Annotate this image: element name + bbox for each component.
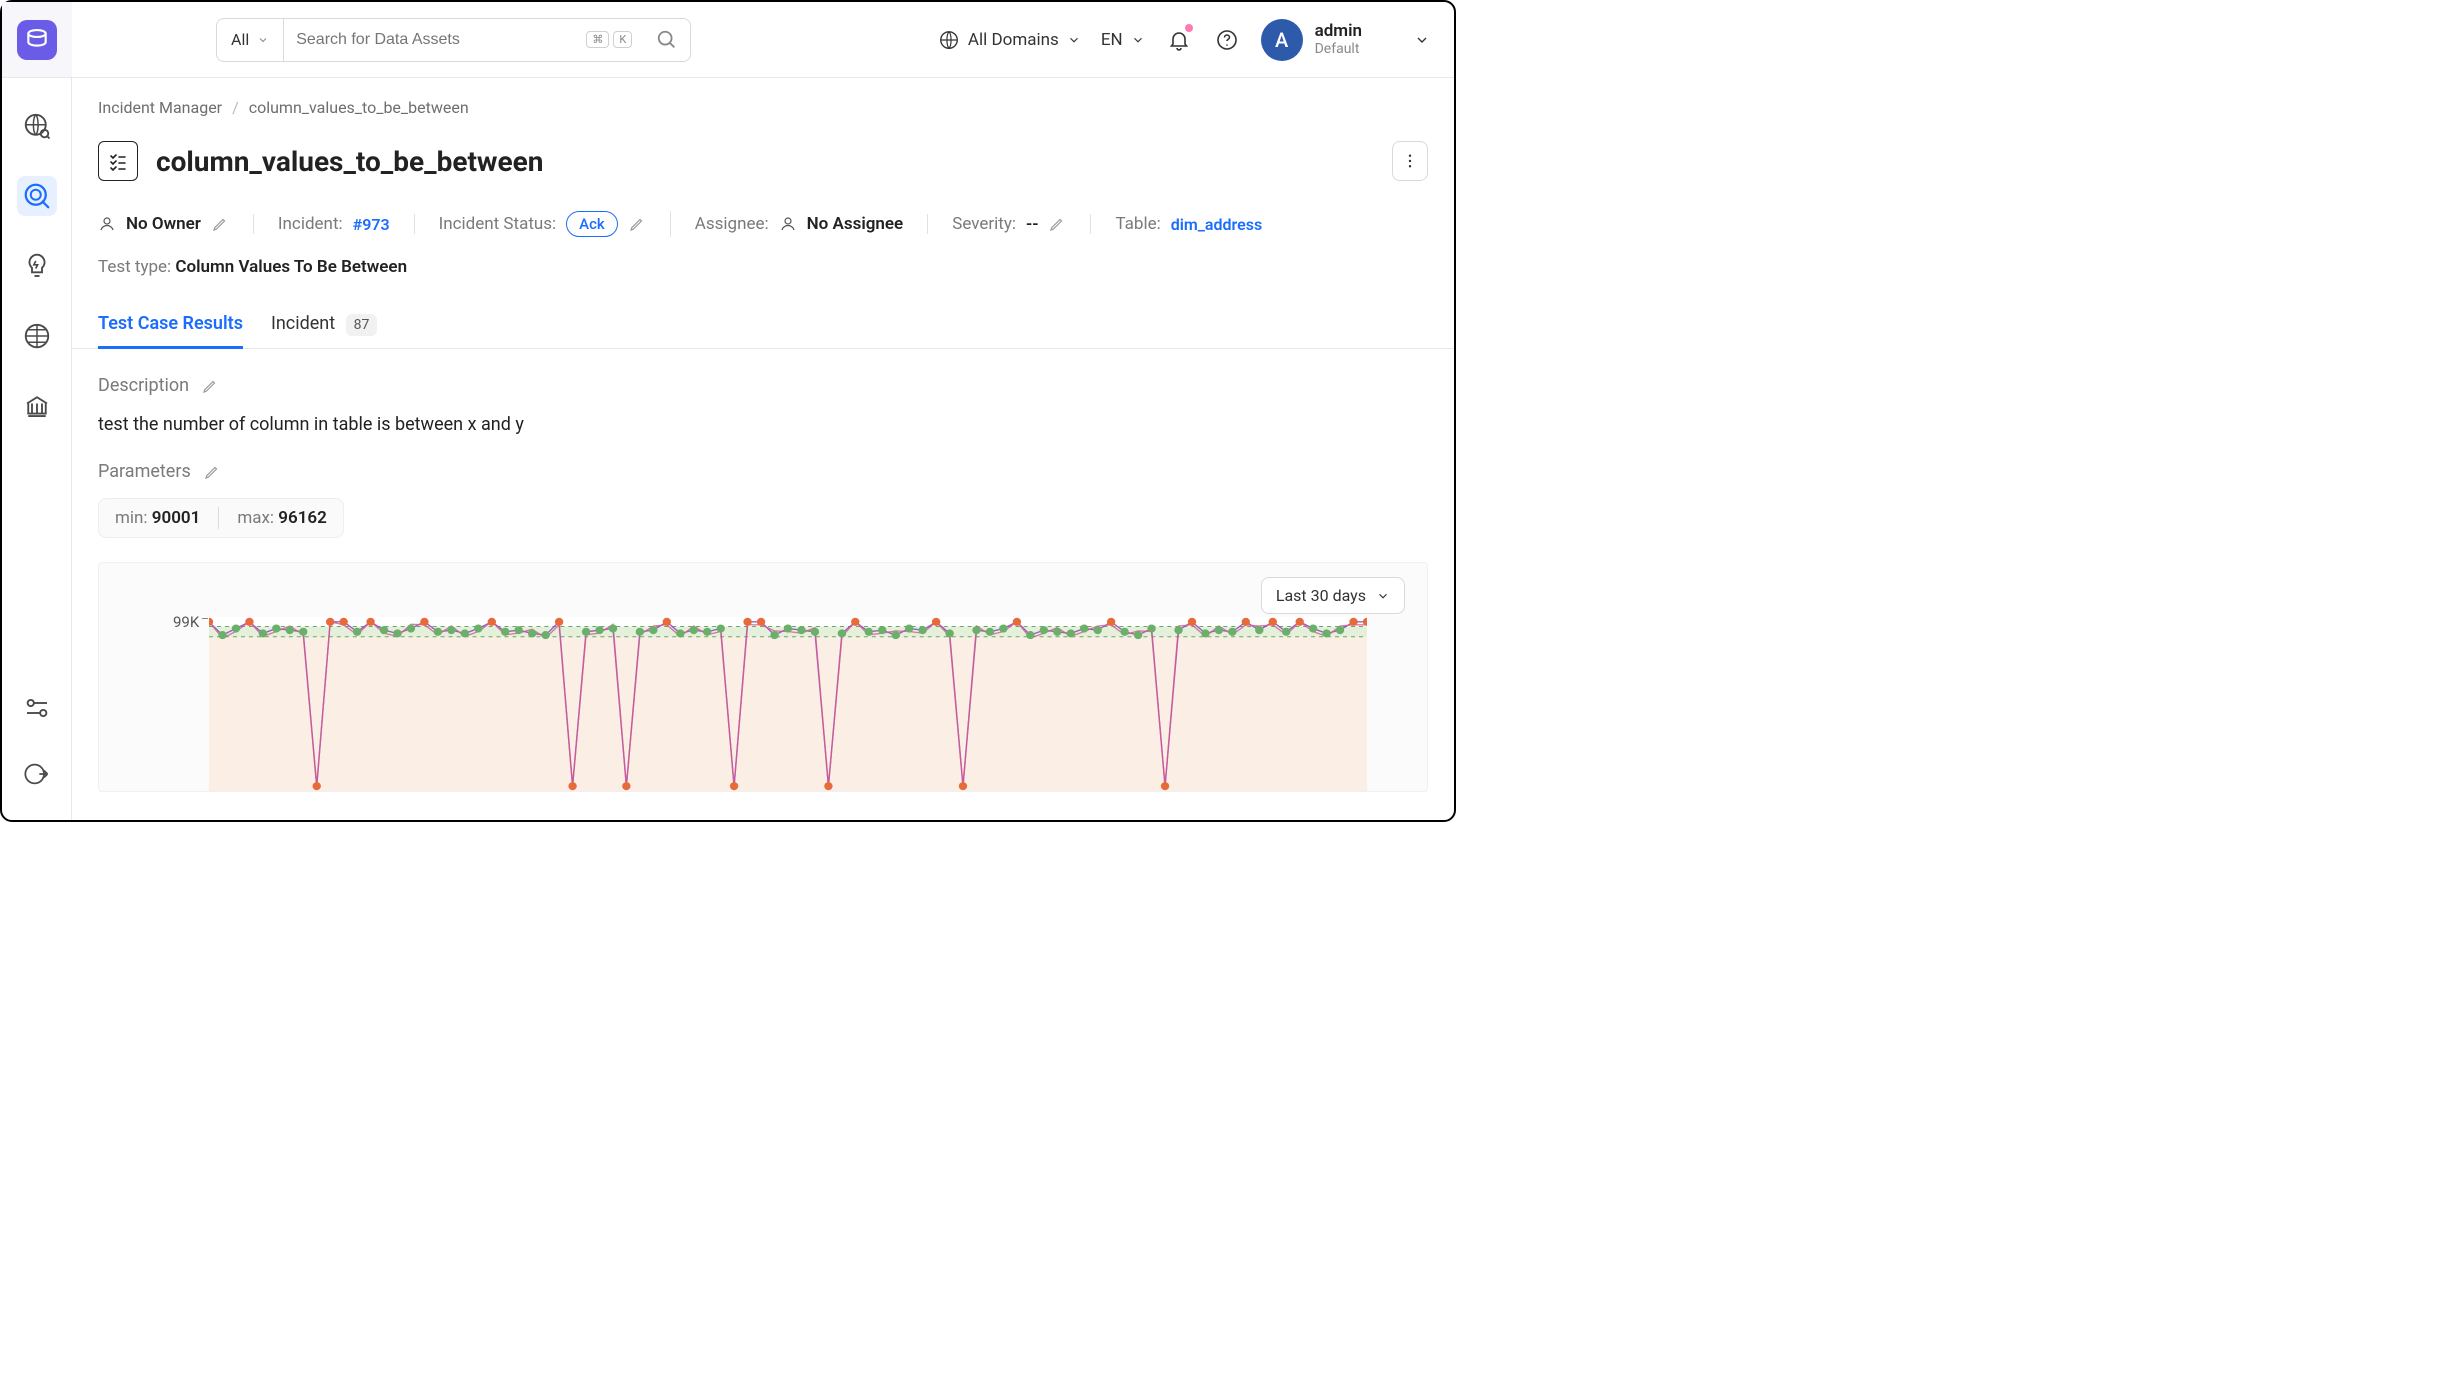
chart-container: Last 30 days 99K	[98, 562, 1428, 792]
domains-label: All Domains	[968, 30, 1059, 50]
table-link[interactable]: dim_address	[1171, 215, 1262, 234]
user-icon	[98, 215, 116, 233]
parameters-heading: Parameters	[98, 461, 191, 482]
breadcrumb-current: column_values_to_be_between	[249, 98, 469, 117]
search-input[interactable]	[296, 31, 576, 49]
nav-domains-icon[interactable]	[17, 316, 57, 356]
help-button[interactable]	[1213, 26, 1241, 54]
search-filter-dropdown[interactable]: All	[217, 19, 284, 61]
nav-settings-icon[interactable]	[17, 688, 57, 728]
entity-type-icon	[98, 141, 138, 181]
severity-value: --	[1026, 214, 1038, 234]
language-label: EN	[1101, 30, 1123, 50]
breadcrumb-root[interactable]: Incident Manager	[98, 98, 222, 117]
topbar: All ⌘K All Domains	[72, 2, 1454, 78]
tab-incident-count: 87	[346, 314, 378, 336]
status-badge: Ack	[566, 211, 618, 237]
edit-description-button[interactable]	[201, 377, 219, 395]
status-label: Incident Status:	[439, 214, 557, 234]
table-label: Table:	[1115, 214, 1160, 234]
assignee-value: No Assignee	[807, 214, 904, 234]
test-type-value: Column Values To Be Between	[175, 257, 407, 277]
param-min-value: 90001	[152, 508, 201, 528]
chevron-down-icon	[1414, 32, 1430, 48]
incident-label: Incident:	[278, 214, 343, 234]
nav-explore-icon[interactable]	[17, 106, 57, 146]
nav-logout-icon[interactable]	[17, 754, 57, 794]
edit-status-button[interactable]	[628, 215, 646, 233]
user-name: admin	[1315, 21, 1362, 41]
user-team: Default	[1315, 41, 1362, 58]
chevron-down-icon	[1131, 33, 1145, 47]
nav-quality-icon[interactable]	[17, 176, 57, 216]
param-max-value: 96162	[278, 508, 327, 528]
search-kbd-hint: ⌘K	[586, 31, 632, 48]
domains-dropdown[interactable]: All Domains	[938, 29, 1081, 51]
incident-link[interactable]: #973	[353, 215, 390, 234]
user-icon	[779, 215, 797, 233]
more-vertical-icon	[1401, 152, 1419, 170]
owner-value: No Owner	[126, 214, 201, 234]
edit-owner-button[interactable]	[211, 215, 229, 233]
left-sidebar	[2, 2, 72, 820]
time-range-dropdown[interactable]: Last 30 days	[1261, 577, 1405, 614]
description-body: test the number of column in table is be…	[98, 414, 1428, 435]
search-bar: All ⌘K	[216, 18, 691, 62]
chevron-down-icon	[1067, 33, 1081, 47]
help-icon	[1215, 28, 1239, 52]
page-title: column_values_to_be_between	[156, 145, 543, 178]
search-filter-label: All	[231, 30, 249, 49]
search-icon	[656, 29, 678, 51]
chart-y-tick: 99K	[173, 613, 199, 631]
severity-label: Severity:	[952, 214, 1016, 234]
assignee-label: Assignee:	[695, 214, 769, 234]
notifications-button[interactable]	[1165, 26, 1193, 54]
tab-incident[interactable]: Incident 87	[271, 307, 377, 348]
language-dropdown[interactable]: EN	[1101, 30, 1145, 50]
globe-icon	[938, 29, 960, 51]
search-button[interactable]	[644, 29, 690, 51]
parameters-box: min: 90001 max: 96162	[98, 498, 344, 538]
chevron-down-icon	[1376, 589, 1390, 603]
description-heading: Description	[98, 375, 189, 396]
avatar: A	[1261, 19, 1303, 61]
logo[interactable]	[2, 2, 72, 78]
user-menu[interactable]: A admin Default	[1261, 19, 1430, 61]
edit-severity-button[interactable]	[1048, 215, 1066, 233]
edit-parameters-button[interactable]	[203, 463, 221, 481]
more-actions-button[interactable]	[1392, 141, 1428, 181]
breadcrumb: Incident Manager / column_values_to_be_b…	[98, 98, 1428, 117]
test-type-label: Test type:	[98, 257, 175, 277]
chart	[209, 617, 1367, 791]
tabs: Test Case Results Incident 87	[72, 307, 1454, 349]
nav-insights-icon[interactable]	[17, 246, 57, 286]
tab-test-case-results[interactable]: Test Case Results	[98, 307, 243, 348]
chevron-down-icon	[257, 34, 269, 46]
nav-governance-icon[interactable]	[17, 386, 57, 426]
